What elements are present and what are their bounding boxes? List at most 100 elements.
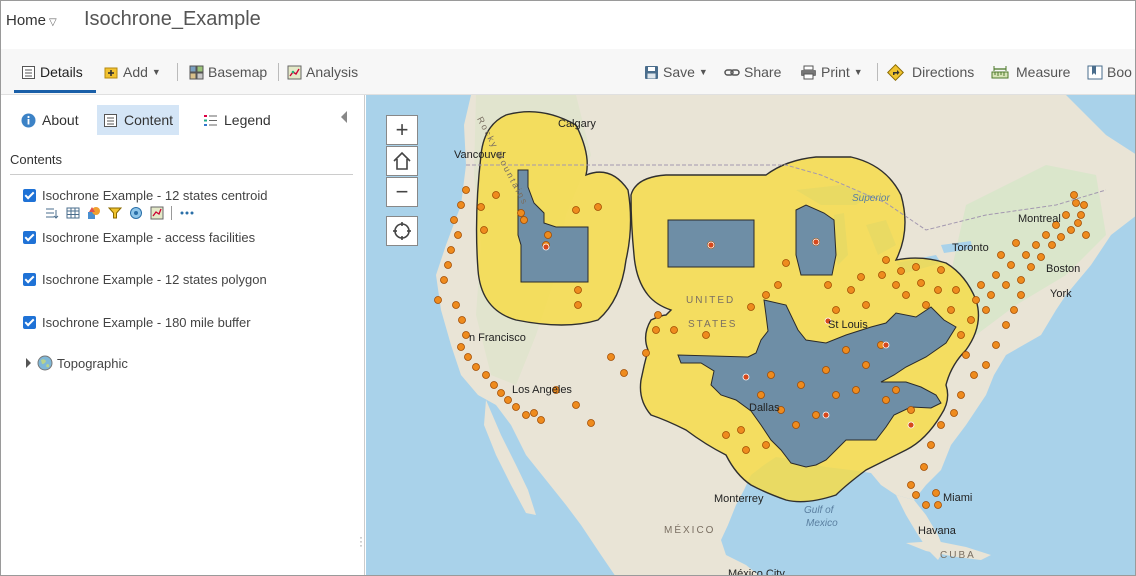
facility-point	[457, 201, 465, 209]
bookmarks-button[interactable]: Boo	[1087, 62, 1132, 82]
collapse-panel-icon[interactable]	[341, 111, 347, 123]
map-analysis-icon[interactable]	[150, 206, 164, 220]
facility-point	[950, 409, 958, 417]
facility-point	[862, 301, 870, 309]
divider	[10, 174, 353, 175]
city-label: Los Angeles	[512, 384, 572, 396]
tab-about-label: About	[42, 112, 79, 128]
facility-point	[574, 301, 582, 309]
layer-checkbox[interactable]	[23, 316, 36, 329]
basemap-button[interactable]: Basemap	[189, 62, 267, 82]
basemap-layer-item[interactable]: Topographic	[26, 355, 128, 371]
plus-icon: +	[395, 117, 409, 142]
facility-point	[892, 386, 900, 394]
facility-point	[642, 349, 650, 357]
expand-icon[interactable]	[26, 358, 31, 368]
more-options-icon[interactable]	[179, 206, 195, 220]
details-icon	[22, 65, 35, 79]
facility-point	[497, 389, 505, 397]
details-button[interactable]: Details	[21, 62, 83, 82]
facility-point	[670, 326, 678, 334]
home-icon	[393, 151, 411, 170]
facility-point	[458, 316, 466, 324]
zoom-in-button[interactable]: +	[386, 115, 418, 145]
home-label: Home	[6, 12, 47, 29]
share-label: Share	[744, 64, 782, 80]
facility-point	[970, 371, 978, 379]
tab-legend[interactable]: Legend	[197, 105, 277, 135]
facility-point	[947, 306, 955, 314]
facility-point	[782, 259, 790, 267]
facility-point	[1002, 281, 1010, 289]
filter-icon[interactable]	[108, 206, 122, 220]
facility-point	[522, 411, 530, 419]
centroid-point	[812, 238, 820, 246]
active-tab-indicator	[14, 90, 96, 93]
facility-point	[447, 246, 455, 254]
facility-point	[450, 216, 458, 224]
facility-point	[452, 301, 460, 309]
chevron-down-icon: ▼	[698, 67, 708, 77]
share-button[interactable]: Share	[724, 62, 781, 82]
chevron-down-icon: ▼	[853, 67, 863, 77]
measure-button[interactable]: Measure	[991, 62, 1070, 82]
city-label: Miami	[943, 492, 973, 504]
facility-point	[652, 326, 660, 334]
facility-point	[1067, 226, 1075, 234]
show-item-details-icon[interactable]	[45, 206, 59, 220]
facility-point	[1012, 239, 1020, 247]
layer-checkbox[interactable]	[23, 189, 36, 202]
home-extent-button[interactable]	[386, 146, 418, 176]
analysis-button[interactable]: Analysis	[287, 62, 358, 82]
facility-point	[482, 371, 490, 379]
facility-point	[742, 446, 750, 454]
facility-point	[957, 391, 965, 399]
layer-item[interactable]: Isochrone Example - 12 states polygon	[23, 272, 267, 287]
facility-point	[572, 401, 580, 409]
toolbar-divider	[177, 63, 178, 81]
tab-content-label: Content	[124, 112, 174, 128]
locate-icon	[393, 222, 411, 240]
layer-item[interactable]: Isochrone Example - 180 mile buffer	[23, 315, 251, 330]
layer-checkbox[interactable]	[23, 273, 36, 286]
facility-point	[892, 281, 900, 289]
tab-content[interactable]: Content	[97, 105, 180, 135]
directions-button[interactable]: Directions	[887, 62, 974, 82]
facility-point	[762, 291, 770, 299]
table-icon[interactable]	[66, 206, 80, 220]
facility-point	[512, 403, 520, 411]
panel-resize-handle[interactable]: · · ·	[359, 531, 363, 551]
print-button[interactable]: Print ▼	[800, 62, 863, 82]
facility-point	[792, 421, 800, 429]
layer-item[interactable]: Isochrone Example - 12 states centroid	[23, 188, 267, 203]
facility-point	[822, 366, 830, 374]
save-button[interactable]: Save ▼	[644, 62, 708, 82]
facility-point	[882, 256, 890, 264]
home-menu[interactable]: Home ▽	[6, 12, 57, 29]
zoom-out-button[interactable]: −	[386, 177, 418, 207]
layer-checkbox[interactable]	[23, 231, 36, 244]
facility-point	[457, 343, 465, 351]
facility-point	[492, 191, 500, 199]
locate-button[interactable]	[386, 216, 418, 246]
facility-point	[982, 361, 990, 369]
map-view[interactable]: Calgary Vancouver Montreal Toronto Bosto…	[366, 95, 1135, 575]
basemap-label: Basemap	[208, 64, 268, 80]
facility-point	[607, 353, 615, 361]
facility-point	[982, 306, 990, 314]
add-button[interactable]: Add ▼	[104, 62, 161, 82]
facility-point	[454, 231, 462, 239]
facility-point	[934, 501, 942, 509]
facility-point	[702, 331, 710, 339]
analysis-label: Analysis	[306, 64, 359, 80]
water-label: Superior	[852, 193, 890, 204]
water-label: Mexico	[806, 518, 838, 529]
change-style-icon[interactable]	[87, 206, 101, 220]
facility-point	[1080, 201, 1088, 209]
directions-icon	[887, 63, 904, 81]
tab-about[interactable]: About	[15, 105, 85, 135]
layer-item[interactable]: Isochrone Example - access facilities	[23, 230, 255, 245]
facility-point	[1062, 211, 1070, 219]
centroid-point	[742, 373, 750, 381]
perform-analysis-icon[interactable]	[129, 206, 143, 220]
